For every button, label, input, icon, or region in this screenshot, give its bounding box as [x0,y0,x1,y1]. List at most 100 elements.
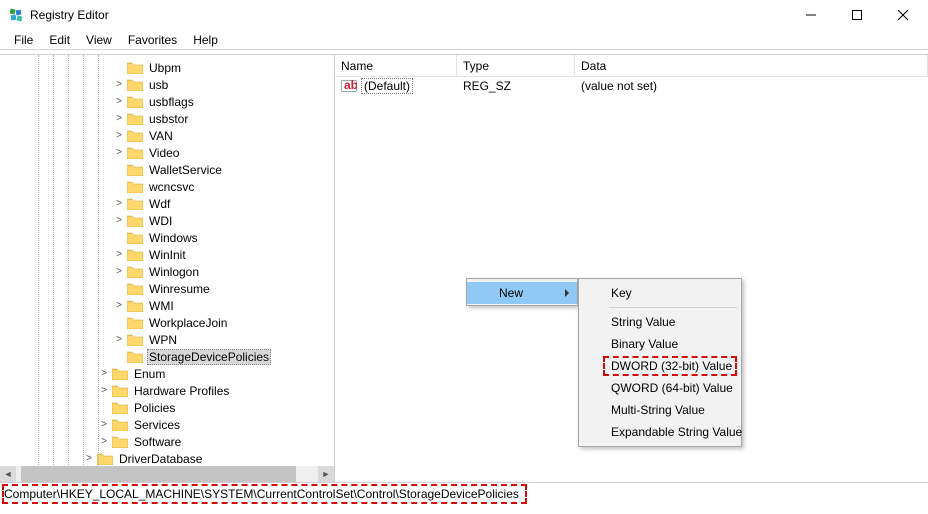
tree-item[interactable]: >Hardware Profiles [0,382,334,399]
expand-icon[interactable]: > [113,148,125,158]
menu-file[interactable]: File [6,31,41,49]
menu-view[interactable]: View [78,31,120,49]
submenu-label: Binary Value [611,337,678,351]
minimize-button[interactable] [788,0,834,30]
tree-item[interactable]: > WMI [0,297,334,314]
tree-item-label: Windows [147,231,200,245]
maximize-button[interactable] [834,0,880,30]
value-name: (Default) [361,78,413,94]
tree-item[interactable]: > WinInit [0,246,334,263]
tree-item[interactable]: wcncsvc [0,178,334,195]
folder-icon [127,248,143,261]
submenu-item-binary[interactable]: Binary Value [579,333,741,355]
value-row[interactable]: ab (Default) REG_SZ (value not set) [335,77,928,95]
column-data[interactable]: Data [575,55,928,76]
context-menu: New [466,278,578,306]
tree-item-label: WinInit [147,248,188,262]
tree-item[interactable]: Policies [0,399,334,416]
column-type[interactable]: Type [457,55,575,76]
submenu-label: String Value [611,315,675,329]
tree-item[interactable]: > WPN [0,331,334,348]
svg-text:ab: ab [344,79,357,92]
submenu-item-key[interactable]: Key [579,282,741,304]
expand-icon[interactable]: > [98,420,110,430]
tree-item[interactable]: > DriverDatabase [0,450,334,466]
client-area: Ubpm>usb>usbflags>usbstor>VAN>VideoWalle… [0,55,928,482]
tree-item-label: Wdf [147,197,172,211]
tree-item[interactable]: Winresume [0,280,334,297]
column-name[interactable]: Name [335,55,457,76]
submenu-label: Key [611,286,632,300]
tree-item-label: DriverDatabase [117,452,204,466]
expand-icon[interactable]: > [113,301,125,311]
tree-item[interactable]: >Software [0,433,334,450]
submenu-label: Expandable String Value [611,425,742,439]
tree-item[interactable]: Windows [0,229,334,246]
tree-item-label: WDI [147,214,174,228]
tree-item[interactable]: StorageDevicePolicies [0,348,334,365]
submenu-item-multistring[interactable]: Multi-String Value [579,399,741,421]
menu-bar: File Edit View Favorites Help [0,30,928,50]
folder-icon [127,146,143,159]
tree-item-label: WPN [147,333,179,347]
menu-edit[interactable]: Edit [41,31,78,49]
scroll-thumb[interactable] [21,466,296,482]
tree-item-label: WMI [147,299,176,313]
tree-item[interactable]: > usbflags [0,93,334,110]
expand-icon[interactable]: > [113,250,125,260]
folder-icon [127,129,143,142]
expand-icon[interactable]: > [113,131,125,141]
expand-icon[interactable]: > [113,267,125,277]
context-menu-item-new[interactable]: New [467,282,577,304]
folder-icon [112,401,128,414]
folder-icon [112,435,128,448]
status-bar: Computer\HKEY_LOCAL_MACHINE\SYSTEM\Curre… [0,482,928,502]
tree-item[interactable]: WorkplaceJoin [0,314,334,331]
submenu-item-string[interactable]: String Value [579,311,741,333]
expand-icon[interactable]: > [113,114,125,124]
scroll-left-arrow[interactable]: ◄ [0,466,16,482]
tree-item-label: Winlogon [147,265,201,279]
tree-item-label: usbstor [147,112,190,126]
submenu-arrow-icon [565,289,569,297]
tree-horizontal-scrollbar[interactable]: ◄ ► [0,466,334,482]
tree-item[interactable]: > Services [0,416,334,433]
tree-item-label: Ubpm [147,61,183,75]
expand-icon[interactable]: > [98,386,110,396]
menu-favorites[interactable]: Favorites [120,31,185,49]
scroll-right-arrow[interactable]: ► [318,466,334,482]
tree-item[interactable]: >VAN [0,127,334,144]
expand-icon[interactable]: > [113,216,125,226]
submenu-item-expandstring[interactable]: Expandable String Value [579,421,741,443]
values-pane: Name Type Data ab (Default) REG_SZ (valu… [335,55,928,482]
tree-item-label: usbflags [147,95,196,109]
registry-tree[interactable]: Ubpm>usb>usbflags>usbstor>VAN>VideoWalle… [0,55,334,466]
submenu-item-dword[interactable]: DWORD (32-bit) Value [579,355,741,377]
folder-icon [127,197,143,210]
folder-icon [127,282,143,295]
tree-item-label: Services [132,418,182,432]
tree-item[interactable]: > WDI [0,212,334,229]
tree-item-label: WalletService [147,163,224,177]
expand-icon[interactable]: > [98,369,110,379]
tree-item[interactable]: Ubpm [0,59,334,76]
tree-item[interactable]: > Winlogon [0,263,334,280]
expand-icon[interactable]: > [83,454,95,464]
tree-item[interactable]: >usb [0,76,334,93]
scroll-track[interactable] [16,466,318,482]
submenu-label: QWORD (64-bit) Value [611,381,733,395]
expand-icon[interactable]: > [98,437,110,447]
close-button[interactable] [880,0,926,30]
expand-icon[interactable]: > [113,80,125,90]
menu-help[interactable]: Help [185,31,226,49]
expand-icon[interactable]: > [113,199,125,209]
tree-item[interactable]: >Enum [0,365,334,382]
tree-item[interactable]: > Wdf [0,195,334,212]
tree-item[interactable]: WalletService [0,161,334,178]
expand-icon[interactable]: > [113,335,125,345]
folder-icon [127,231,143,244]
submenu-item-qword[interactable]: QWORD (64-bit) Value [579,377,741,399]
expand-icon[interactable]: > [113,97,125,107]
tree-item[interactable]: > usbstor [0,110,334,127]
tree-item[interactable]: >Video [0,144,334,161]
